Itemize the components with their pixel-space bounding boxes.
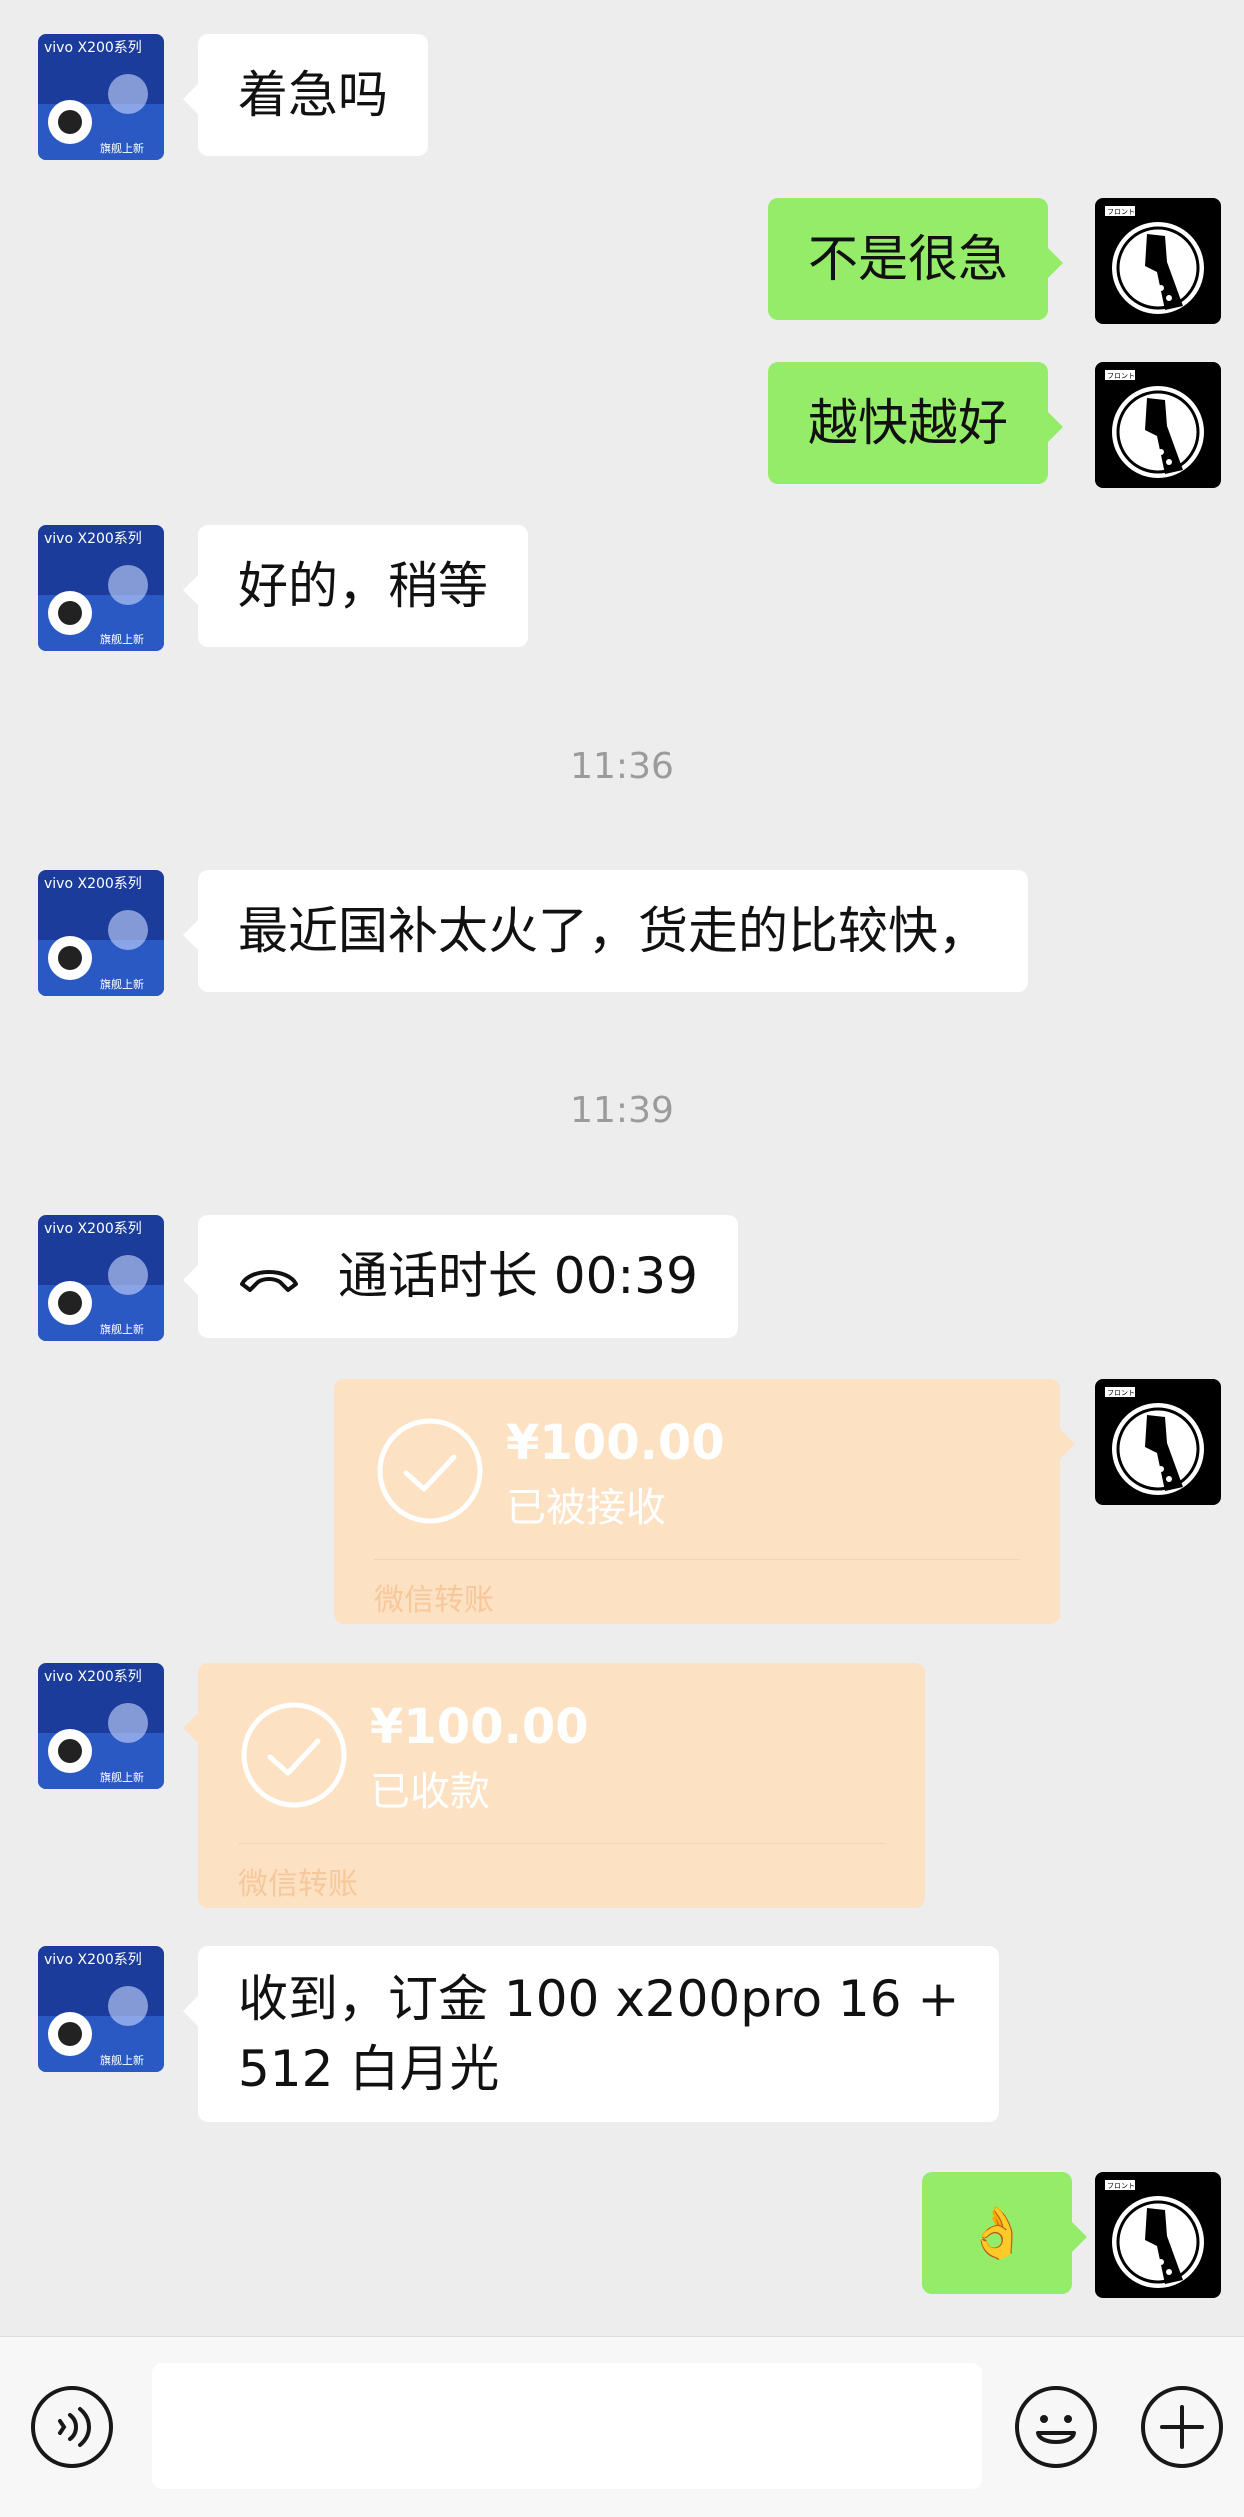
svg-text:旗舰上新: 旗舰上新 xyxy=(100,1770,144,1784)
input-bar xyxy=(0,2336,1244,2517)
message-text: 512 白月光 xyxy=(238,2040,500,2098)
my-avatar[interactable]: フロント xyxy=(1095,2172,1221,2298)
svg-text:旗舰上新: 旗舰上新 xyxy=(100,632,144,646)
transfer-card-received[interactable]: ¥100.00 已收款 微信转账 xyxy=(183,1663,925,1908)
message-text: 着急吗 xyxy=(238,66,388,124)
svg-text:vivo X200系列: vivo X200系列 xyxy=(44,531,142,547)
contact-avatar[interactable]: vivo X200系列 旗舰上新 xyxy=(38,525,164,651)
contact-avatar[interactable]: vivo X200系列 旗舰上新 xyxy=(38,870,164,996)
divider xyxy=(374,1559,1020,1560)
svg-text:旗舰上新: 旗舰上新 xyxy=(100,1322,144,1336)
svg-text:フロント: フロント xyxy=(1107,208,1135,216)
contact-avatar[interactable]: vivo X200系列 旗舰上新 xyxy=(38,1946,164,2072)
message-bubble[interactable]: 👌 xyxy=(922,2172,1088,2294)
message-bubble[interactable]: 收到，订金 100 x200pro 16 + 512 白月光 xyxy=(182,1946,1000,2122)
message-text: 好的，稍等 xyxy=(238,557,488,615)
svg-text:vivo X200系列: vivo X200系列 xyxy=(44,1952,142,1968)
message-text: 收到，订金 100 x200pro 16 + xyxy=(238,1970,960,2028)
contact-avatar[interactable]: vivo X200系列 旗舰上新 xyxy=(38,34,164,160)
message-bubble[interactable]: 不是很急 xyxy=(768,198,1063,320)
svg-text:フロント: フロント xyxy=(1107,372,1135,380)
svg-text:旗舰上新: 旗舰上新 xyxy=(100,141,144,155)
contact-avatar[interactable]: vivo X200系列 旗舰上新 xyxy=(38,1215,164,1341)
transfer-label: 微信转账 xyxy=(238,1867,358,1902)
svg-text:vivo X200系列: vivo X200系列 xyxy=(44,1669,142,1685)
transfer-amount: ¥100.00 xyxy=(506,1415,725,1471)
transfer-amount: ¥100.00 xyxy=(370,1699,589,1755)
svg-text:vivo X200系列: vivo X200系列 xyxy=(44,876,142,892)
message-text: 最近国补太火了，货走的比较快， xyxy=(238,902,988,960)
transfer-status: 已被接收 xyxy=(506,1485,666,1531)
message-bubble[interactable]: 好的，稍等 xyxy=(183,525,528,647)
svg-text:旗舰上新: 旗舰上新 xyxy=(100,2053,144,2067)
message-bubble[interactable]: 越快越好 xyxy=(768,362,1063,484)
check-circle-icon xyxy=(240,1701,348,1813)
timestamp: 11:36 xyxy=(570,746,674,787)
message-bubble[interactable]: 着急吗 xyxy=(183,34,428,156)
plus-icon[interactable] xyxy=(1140,2385,1224,2473)
message-text: 👌 xyxy=(966,2204,1029,2262)
message-input[interactable] xyxy=(152,2363,982,2489)
transfer-status: 已收款 xyxy=(370,1769,490,1815)
svg-text:フロント: フロント xyxy=(1107,1389,1135,1397)
emoji-icon[interactable] xyxy=(1014,2385,1098,2473)
svg-text:vivo X200系列: vivo X200系列 xyxy=(44,1221,142,1237)
call-record-bubble[interactable]: 通话时长 00:39 xyxy=(183,1215,738,1338)
svg-text:vivo X200系列: vivo X200系列 xyxy=(44,40,142,56)
my-avatar[interactable]: フロント xyxy=(1095,198,1221,324)
message-text: 越快越好 xyxy=(808,394,1008,452)
svg-text:旗舰上新: 旗舰上新 xyxy=(100,977,144,991)
message-bubble[interactable]: 最近国补太火了，货走的比较快， xyxy=(183,870,1028,992)
chat-area[interactable]: vivo X200系列 旗舰上新 着急吗 不是很急 フロント 越快越好 フロント… xyxy=(0,0,1244,2336)
svg-text:フロント: フロント xyxy=(1107,2182,1135,2190)
my-avatar[interactable]: フロント xyxy=(1095,1379,1221,1505)
voice-icon[interactable] xyxy=(30,2385,114,2473)
timestamp: 11:39 xyxy=(570,1090,674,1131)
transfer-card-sent[interactable]: ¥100.00 已被接收 微信转账 xyxy=(334,1379,1075,1624)
check-circle-icon xyxy=(376,1417,484,1529)
phone-hangup-icon xyxy=(238,1242,300,1312)
call-duration-text: 通话时长 00:39 xyxy=(337,1247,698,1305)
contact-avatar[interactable]: vivo X200系列 旗舰上新 xyxy=(38,1663,164,1789)
message-text: 不是很急 xyxy=(808,230,1008,288)
my-avatar[interactable]: フロント xyxy=(1095,362,1221,488)
transfer-label: 微信转账 xyxy=(374,1583,494,1618)
divider xyxy=(238,1843,885,1844)
